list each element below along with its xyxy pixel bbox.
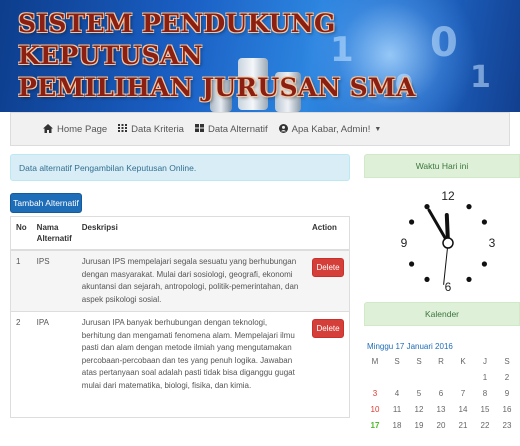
cell-nama: IPS xyxy=(31,249,77,312)
clock-hour-dot xyxy=(481,219,487,225)
calendar-weekday-header: K xyxy=(460,357,466,366)
chevron-down-icon: ▼ xyxy=(374,125,382,133)
clock-hour-dot xyxy=(424,204,430,210)
calendar-day-empty xyxy=(386,373,408,383)
cell-nama: IPA xyxy=(31,311,77,397)
calendar-panel-heading: Kalender xyxy=(364,302,520,326)
calendar-weekday-header: J xyxy=(483,357,487,366)
app-title-line2: PEMILIHAN JURUSAN SMA xyxy=(18,73,416,102)
delete-button[interactable]: Delete xyxy=(312,319,344,338)
nav-data-kriteria[interactable]: Data Kriteria xyxy=(118,124,184,135)
calendar-weekday-header: S xyxy=(416,357,422,366)
calendar-panel-title: Kalender xyxy=(424,309,460,319)
calendar-day[interactable]: 13 xyxy=(430,405,452,415)
nav-user-dropdown[interactable]: Apa Kabar, Admin! ▼ xyxy=(278,123,382,135)
calendar-day[interactable]: 21 xyxy=(452,421,474,431)
nav-data-alternatif-label: Data Alternatif xyxy=(207,123,268,135)
clock-number-12: 12 xyxy=(441,189,455,203)
column-header-deskripsi: Deskripsi xyxy=(76,217,307,251)
nav-user-label: Apa Kabar, Admin! xyxy=(291,123,371,135)
table-header-row: No Nama Alternatif Deskripsi Action xyxy=(11,217,349,251)
calendar-grid: M S S R K J S 1 2 3 4 5 6 7 8 9 10 11 12 13 14 15 16 17 18 19 20 21… xyxy=(364,357,520,431)
calendar-date-label: Minggu 17 Januari 2016 xyxy=(367,342,453,351)
calendar-day[interactable]: 2 xyxy=(496,373,518,383)
app-title-line1: SISTEM PENDUKUNG KEPUTUSAN xyxy=(18,9,336,70)
clock-hour-dot xyxy=(466,204,472,210)
clock-hour-dot xyxy=(409,219,415,225)
user-circle-icon xyxy=(278,123,288,135)
calendar-day[interactable]: 20 xyxy=(430,421,452,431)
column-header-action: Action xyxy=(307,217,349,251)
clock-number-3: 3 xyxy=(489,236,496,250)
calendar-weekday-header: S xyxy=(394,357,400,366)
clock-center-pin xyxy=(442,237,454,249)
info-alert-text: Data alternatif Pengambilan Keputusan On… xyxy=(19,162,197,173)
analog-clock: 12 3 6 9 xyxy=(401,189,496,294)
grid-icon xyxy=(194,124,204,134)
nav-data-kriteria-label: Data Kriteria xyxy=(131,123,184,135)
cell-action: Delete xyxy=(307,311,349,397)
calendar-day-empty xyxy=(364,373,386,383)
nav-data-alternatif[interactable]: Data Alternatif xyxy=(194,123,268,135)
clock-panel-title: Waktu Hari ini xyxy=(415,161,469,171)
calendar-day[interactable]: 8 xyxy=(474,389,496,399)
calendar-day[interactable]: 12 xyxy=(408,405,430,415)
calendar-weekday-header: M xyxy=(371,357,379,366)
top-navbar: Home Page Data Kriteria Data Alternatif … xyxy=(10,112,510,146)
grid-icon xyxy=(118,124,128,134)
calendar-day[interactable]: 5 xyxy=(408,389,430,399)
clock-panel-heading: Waktu Hari ini xyxy=(364,154,520,178)
clock-hour-dot xyxy=(481,261,487,267)
cell-deskripsi: Jurusan IPA banyak berhubungan dengan te… xyxy=(76,311,307,397)
calendar-day[interactable]: 16 xyxy=(496,405,518,415)
nav-home-label: Home Page xyxy=(57,123,108,135)
calendar-day-today[interactable]: 17 xyxy=(364,421,386,431)
home-icon xyxy=(43,123,53,135)
calendar-day[interactable]: 22 xyxy=(474,421,496,431)
calendar-day[interactable]: 9 xyxy=(496,389,518,399)
calendar-day-empty xyxy=(408,373,430,383)
calendar-day[interactable]: 11 xyxy=(386,405,408,415)
calendar-day[interactable]: 19 xyxy=(408,421,430,431)
table-row: 2 IPA Jurusan IPA banyak berhubungan den… xyxy=(11,311,349,397)
calendar-day[interactable]: 10 xyxy=(364,405,386,415)
header-banner: 1 0 1 0 SISTEM PENDUKUNG KEPUTUSAN PEMIL… xyxy=(0,0,520,112)
calendar-day-empty xyxy=(430,373,452,383)
clock-hour-dot xyxy=(424,276,430,282)
clock-hour-dot xyxy=(409,261,415,267)
cell-no: 1 xyxy=(11,249,32,312)
clock-second-hand xyxy=(443,242,449,285)
clock-hour-dot xyxy=(466,276,472,282)
calendar-day[interactable]: 4 xyxy=(386,389,408,399)
calendar-day[interactable]: 15 xyxy=(474,405,496,415)
calendar-day[interactable]: 14 xyxy=(452,405,474,415)
cell-action: Delete xyxy=(307,249,349,312)
calendar-day[interactable]: 18 xyxy=(386,421,408,431)
column-header-no: No xyxy=(11,217,32,251)
column-header-nama: Nama Alternatif xyxy=(31,217,77,251)
clock-number-6: 6 xyxy=(445,280,452,294)
alternatives-table: No Nama Alternatif Deskripsi Action 1 IP… xyxy=(10,216,350,418)
calendar-day[interactable]: 23 xyxy=(496,421,518,431)
info-alert: Data alternatif Pengambilan Keputusan On… xyxy=(10,154,350,181)
delete-button[interactable]: Delete xyxy=(312,258,344,277)
calendar-weekday-header: R xyxy=(438,357,444,366)
calendar-day[interactable]: 7 xyxy=(452,389,474,399)
calendar-day-empty xyxy=(452,373,474,383)
add-alternative-button[interactable]: Tambah Alternatif xyxy=(10,193,82,213)
calendar-day[interactable]: 3 xyxy=(364,389,386,399)
calendar-weekday-header: S xyxy=(504,357,510,366)
calendar-day[interactable]: 1 xyxy=(474,373,496,383)
nav-home[interactable]: Home Page xyxy=(43,123,108,135)
calendar-widget: Minggu 17 Januari 2016 MSSRKJS1234567891… xyxy=(364,342,520,431)
clock-number-9: 9 xyxy=(401,236,408,250)
cell-deskripsi: Jurusan IPS mempelajari segala sesuatu y… xyxy=(76,249,307,312)
table-row: 1 IPS Jurusan IPS mempelajari segala ses… xyxy=(11,249,349,312)
cell-no: 2 xyxy=(11,311,32,397)
calendar-day[interactable]: 6 xyxy=(430,389,452,399)
app-title: SISTEM PENDUKUNG KEPUTUSAN PEMILIHAN JUR… xyxy=(18,8,520,104)
